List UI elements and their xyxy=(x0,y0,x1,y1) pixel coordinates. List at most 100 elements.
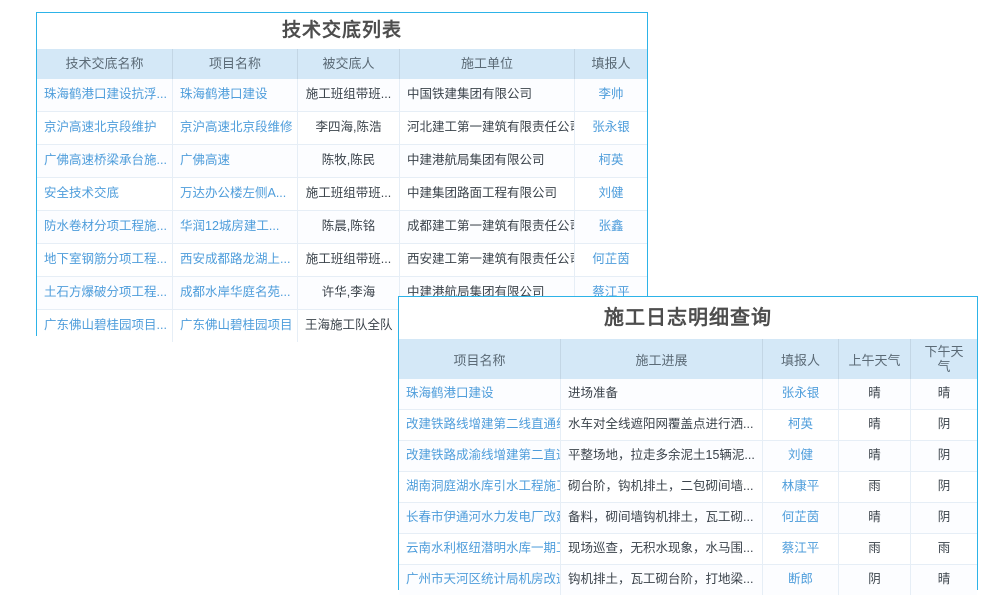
progress-cell: 平整场地，拉走多余泥土15辆泥... xyxy=(561,441,763,471)
column-header-morning-weather: 上午天气 xyxy=(839,339,911,379)
project-name-cell[interactable]: 广州市天河区统计局机房改造 xyxy=(399,565,561,595)
reporter-cell[interactable]: 张永银 xyxy=(763,379,839,409)
reporter-cell[interactable]: 张鑫 xyxy=(575,211,647,243)
table-row: 地下室钢筋分项工程... 西安成都路龙湖上... 施工班组带班... 西安建工第… xyxy=(37,244,647,277)
project-name-cell[interactable]: 西安成都路龙湖上... xyxy=(173,244,298,276)
disclosure-name-cell[interactable]: 土石方爆破分项工程... xyxy=(37,277,173,309)
reporter-cell[interactable]: 断郎 xyxy=(763,565,839,595)
project-name-cell[interactable]: 京沪高速北京段维修 xyxy=(173,112,298,144)
morning-weather-cell: 雨 xyxy=(839,472,911,502)
project-name-cell[interactable]: 广佛高速 xyxy=(173,145,298,177)
column-header-disclosure-name: 技术交底名称 xyxy=(37,49,173,79)
table-row: 广州市天河区统计局机房改造 钩机排土，瓦工砌台阶，打地梁... 断郎 阴 晴 xyxy=(399,565,977,595)
receiver-cell: 施工班组带班... xyxy=(298,178,400,210)
morning-weather-cell: 晴 xyxy=(839,441,911,471)
project-name-cell[interactable]: 长春市伊通河水力发电厂改建 xyxy=(399,503,561,533)
receiver-cell: 施工班组带班... xyxy=(298,244,400,276)
table-row: 珠海鹤港口建设 进场准备 张永银 晴 晴 xyxy=(399,379,977,410)
progress-cell: 砌台阶，钩机排土，二包砌间墙... xyxy=(561,472,763,502)
column-header-progress: 施工进展 xyxy=(561,339,763,379)
construction-unit-cell: 中建集团路面工程有限公司 xyxy=(400,178,575,210)
progress-cell: 备料，砌间墙钩机排土，瓦工砌... xyxy=(561,503,763,533)
morning-weather-cell: 晴 xyxy=(839,503,911,533)
project-name-cell[interactable]: 万达办公楼左侧A... xyxy=(173,178,298,210)
column-header-afternoon-weather: 下午天气 xyxy=(911,339,977,379)
column-header-reporter: 填报人 xyxy=(575,49,647,79)
afternoon-weather-cell: 晴 xyxy=(911,565,977,595)
disclosure-name-cell[interactable]: 京沪高速北京段维护 xyxy=(37,112,173,144)
table-row: 长春市伊通河水力发电厂改建 备料，砌间墙钩机排土，瓦工砌... 何芷茵 晴 阴 xyxy=(399,503,977,534)
project-name-cell[interactable]: 湖南洞庭湖水库引水工程施工 xyxy=(399,472,561,502)
receiver-cell: 李四海,陈浩 xyxy=(298,112,400,144)
receiver-cell: 许华,李海 xyxy=(298,277,400,309)
afternoon-weather-cell: 雨 xyxy=(911,534,977,564)
disclosure-name-cell[interactable]: 防水卷材分项工程施... xyxy=(37,211,173,243)
table-row: 京沪高速北京段维护 京沪高速北京段维修 李四海,陈浩 河北建工第一建筑有限责任公… xyxy=(37,112,647,145)
project-name-cell[interactable]: 广东佛山碧桂园项目 xyxy=(173,310,298,342)
afternoon-weather-cell: 阴 xyxy=(911,410,977,440)
progress-cell: 进场准备 xyxy=(561,379,763,409)
progress-cell: 钩机排土，瓦工砌台阶，打地梁... xyxy=(561,565,763,595)
table-row: 改建铁路成渝线增建第二直通线 平整场地，拉走多余泥土15辆泥... 刘健 晴 阴 xyxy=(399,441,977,472)
table-row: 湖南洞庭湖水库引水工程施工 砌台阶，钩机排土，二包砌间墙... 林康平 雨 阴 xyxy=(399,472,977,503)
progress-cell: 水车对全线遮阳网覆盖点进行洒... xyxy=(561,410,763,440)
disclosure-name-cell[interactable]: 珠海鹤港口建设抗浮... xyxy=(37,79,173,111)
tech-disclosure-title: 技术交底列表 xyxy=(37,13,647,49)
construction-unit-cell: 西安建工第一建筑有限责任公司 xyxy=(400,244,575,276)
receiver-cell: 陈牧,陈民 xyxy=(298,145,400,177)
table-row: 防水卷材分项工程施... 华润12城房建工... 陈晨,陈铭 成都建工第一建筑有… xyxy=(37,211,647,244)
disclosure-name-cell[interactable]: 广佛高速桥梁承台施... xyxy=(37,145,173,177)
morning-weather-cell: 晴 xyxy=(839,379,911,409)
reporter-cell[interactable]: 何芷茵 xyxy=(763,503,839,533)
morning-weather-cell: 阴 xyxy=(839,565,911,595)
reporter-cell[interactable]: 林康平 xyxy=(763,472,839,502)
morning-weather-cell: 晴 xyxy=(839,410,911,440)
column-header-receiver: 被交底人 xyxy=(298,49,400,79)
receiver-cell: 施工班组带班... xyxy=(298,79,400,111)
construction-log-title: 施工日志明细查询 xyxy=(399,297,977,339)
reporter-cell[interactable]: 刘健 xyxy=(575,178,647,210)
disclosure-name-cell[interactable]: 地下室钢筋分项工程... xyxy=(37,244,173,276)
reporter-cell[interactable]: 蔡江平 xyxy=(763,534,839,564)
construction-unit-cell: 河北建工第一建筑有限责任公司 xyxy=(400,112,575,144)
project-name-cell[interactable]: 改建铁路线增建第二线直通线 xyxy=(399,410,561,440)
table-row: 安全技术交底 万达办公楼左侧A... 施工班组带班... 中建集团路面工程有限公… xyxy=(37,178,647,211)
afternoon-weather-cell: 阴 xyxy=(911,472,977,502)
project-name-cell[interactable]: 珠海鹤港口建设 xyxy=(173,79,298,111)
afternoon-weather-cell: 阴 xyxy=(911,503,977,533)
progress-cell: 现场巡查，无积水现象，水马围... xyxy=(561,534,763,564)
afternoon-weather-cell: 晴 xyxy=(911,379,977,409)
project-name-cell[interactable]: 华润12城房建工... xyxy=(173,211,298,243)
morning-weather-cell: 雨 xyxy=(839,534,911,564)
reporter-cell[interactable]: 何芷茵 xyxy=(575,244,647,276)
project-name-cell[interactable]: 云南水利枢纽潜明水库一期工程 xyxy=(399,534,561,564)
column-header-project-name: 项目名称 xyxy=(399,339,561,379)
receiver-cell: 王海施工队全队 xyxy=(298,310,400,342)
afternoon-weather-cell: 阴 xyxy=(911,441,977,471)
reporter-cell[interactable]: 柯英 xyxy=(763,410,839,440)
project-name-cell[interactable]: 改建铁路成渝线增建第二直通线 xyxy=(399,441,561,471)
project-name-cell[interactable]: 成都水岸华庭名苑... xyxy=(173,277,298,309)
construction-unit-cell: 成都建工第一建筑有限责任公司 xyxy=(400,211,575,243)
column-header-reporter: 填报人 xyxy=(763,339,839,379)
reporter-cell[interactable]: 李帅 xyxy=(575,79,647,111)
column-header-construction-unit: 施工单位 xyxy=(400,49,575,79)
disclosure-name-cell[interactable]: 广东佛山碧桂园项目... xyxy=(37,310,173,342)
tech-disclosure-panel: 技术交底列表 技术交底名称 项目名称 被交底人 施工单位 填报人 珠海鹤港口建设… xyxy=(36,12,648,336)
reporter-cell[interactable]: 柯英 xyxy=(575,145,647,177)
construction-log-panel: 施工日志明细查询 项目名称 施工进展 填报人 上午天气 下午天气 珠海鹤港口建设… xyxy=(398,296,978,590)
construction-log-header-row: 项目名称 施工进展 填报人 上午天气 下午天气 xyxy=(399,339,977,379)
reporter-cell[interactable]: 张永银 xyxy=(575,112,647,144)
table-row: 广佛高速桥梁承台施... 广佛高速 陈牧,陈民 中建港航局集团有限公司 柯英 xyxy=(37,145,647,178)
reporter-cell[interactable]: 刘健 xyxy=(763,441,839,471)
construction-unit-cell: 中建港航局集团有限公司 xyxy=(400,145,575,177)
table-row: 珠海鹤港口建设抗浮... 珠海鹤港口建设 施工班组带班... 中国铁建集团有限公… xyxy=(37,79,647,112)
receiver-cell: 陈晨,陈铭 xyxy=(298,211,400,243)
disclosure-name-cell[interactable]: 安全技术交底 xyxy=(37,178,173,210)
project-name-cell[interactable]: 珠海鹤港口建设 xyxy=(399,379,561,409)
table-row: 云南水利枢纽潜明水库一期工程 现场巡查，无积水现象，水马围... 蔡江平 雨 雨 xyxy=(399,534,977,565)
table-row: 改建铁路线增建第二线直通线 水车对全线遮阳网覆盖点进行洒... 柯英 晴 阴 xyxy=(399,410,977,441)
column-header-project-name: 项目名称 xyxy=(173,49,298,79)
tech-disclosure-header-row: 技术交底名称 项目名称 被交底人 施工单位 填报人 xyxy=(37,49,647,79)
construction-unit-cell: 中国铁建集团有限公司 xyxy=(400,79,575,111)
